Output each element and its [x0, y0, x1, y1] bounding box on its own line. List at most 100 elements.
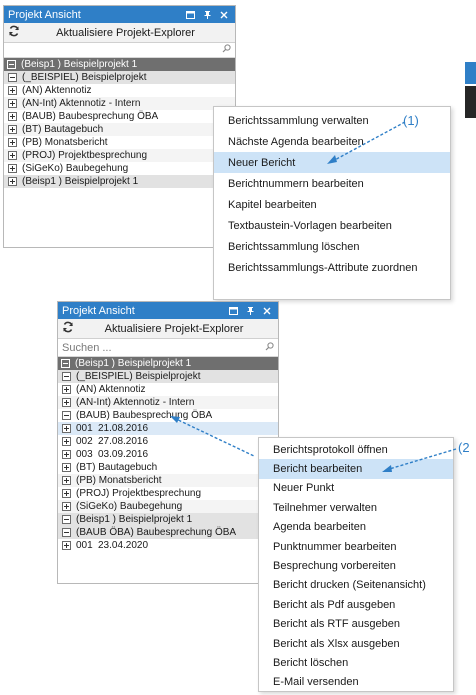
tree-node-row[interactable]: (Beisp1 ) Beispielprojekt 1 — [4, 175, 235, 188]
tree-node-row[interactable]: (PB) Monatsbericht — [4, 136, 235, 149]
expand-icon[interactable] — [8, 99, 17, 108]
expand-icon[interactable] — [8, 112, 17, 121]
close-icon[interactable] — [260, 304, 274, 318]
project-row[interactable]: (Beisp1 ) Beispielprojekt 1 — [58, 357, 278, 370]
menu-item[interactable]: Berichtnummern bearbeiten — [214, 173, 450, 194]
panel-title: Projekt Ansicht — [8, 8, 81, 21]
tree-node-row[interactable]: (PB) Monatsbericht — [58, 474, 278, 487]
menu-item[interactable]: Berichtssammlung löschen — [214, 236, 450, 257]
refresh-label: Aktualisiere Projekt-Explorer — [56, 26, 195, 39]
expand-icon[interactable] — [62, 424, 71, 433]
menu-item[interactable]: Bericht löschen — [259, 653, 453, 672]
menu-item[interactable]: Berichtssammlungs-Attribute zuordnen — [214, 257, 450, 278]
tree-node-row[interactable]: (PROJ) Projektbesprechung — [58, 487, 278, 500]
menu-item[interactable]: Textbaustein-Vorlagen bearbeiten — [214, 215, 450, 236]
tree-node-row[interactable]: (AN-Int) Aktennotiz - Intern — [58, 396, 278, 409]
tree-node-row[interactable]: (_BEISPIEL) Beispielprojekt — [58, 370, 278, 383]
collapse-icon[interactable] — [62, 528, 71, 537]
expand-icon[interactable] — [8, 151, 17, 160]
dock-icon[interactable] — [226, 304, 240, 318]
collapse-icon[interactable] — [62, 372, 71, 381]
tree-node-row[interactable]: (SiGeKo) Baubegehung — [4, 162, 235, 175]
collapse-icon[interactable] — [62, 515, 71, 524]
menu-item[interactable]: Bericht als Pdf ausgeben — [259, 595, 453, 614]
tree-node-row[interactable]: (_BEISPIEL) Beispielprojekt — [4, 71, 235, 84]
expand-icon[interactable] — [62, 450, 71, 459]
tree-node-row[interactable]: (AN-Int) Aktennotiz - Intern — [4, 97, 235, 110]
tree-node-row[interactable]: (SiGeKo) Baubegehung — [58, 500, 278, 513]
expand-icon[interactable] — [62, 437, 71, 446]
menu-item[interactable]: Bericht als Xlsx ausgeben — [259, 634, 453, 653]
search-bar[interactable] — [4, 43, 235, 58]
refresh-label: Aktualisiere Projekt-Explorer — [104, 322, 244, 335]
pin-icon[interactable] — [200, 8, 214, 22]
collapse-icon[interactable] — [61, 359, 70, 368]
tree-node-row[interactable]: (AN) Aktennotiz — [58, 383, 278, 396]
tree-node-row[interactable]: (PROJ) Projektbesprechung — [4, 149, 235, 162]
expand-icon[interactable] — [8, 125, 17, 134]
tree-node-row[interactable]: (BT) Bautagebuch — [58, 461, 278, 474]
search-icon[interactable] — [265, 341, 274, 354]
expand-icon[interactable] — [8, 138, 17, 147]
menu-item[interactable]: Teilnehmer verwalten — [259, 498, 453, 517]
menu-item[interactable]: Bericht als RTF ausgeben — [259, 615, 453, 634]
tree-node-label: (SiGeKo) Baubegehung — [76, 501, 183, 512]
refresh-bar[interactable]: Aktualisiere Projekt-Explorer — [58, 319, 278, 339]
search-bar[interactable]: Suchen ... — [58, 339, 278, 357]
expand-icon[interactable] — [62, 463, 71, 472]
collapse-icon[interactable] — [8, 73, 17, 82]
report-number: 001 — [76, 423, 93, 434]
collapse-icon[interactable] — [62, 411, 71, 420]
project-row[interactable]: (Beisp1 ) Beispielprojekt 1 — [4, 58, 235, 71]
dock-icon[interactable] — [183, 8, 197, 22]
tree-node-label: 23.04.2020 — [98, 540, 149, 551]
tree-node-label: (BT) Bautagebuch — [22, 124, 104, 135]
menu-item[interactable]: Kapitel bearbeiten — [214, 194, 450, 215]
tree-node-row[interactable]: (BAUB ÖBA) Baubesprechung ÖBA — [58, 526, 278, 539]
close-icon[interactable] — [217, 8, 231, 22]
tree-node-label: (Beisp1 ) Beispielprojekt 1 — [75, 358, 192, 369]
refresh-icon[interactable] — [62, 321, 74, 336]
panel-titlebar: Projekt Ansicht — [4, 6, 235, 23]
report-row[interactable]: 001 23.04.2020 — [58, 539, 278, 552]
expand-icon[interactable] — [62, 385, 71, 394]
refresh-icon[interactable] — [8, 25, 20, 40]
menu-item[interactable]: Besprechung vorbereiten — [259, 556, 453, 575]
expand-icon[interactable] — [62, 398, 71, 407]
expand-icon[interactable] — [8, 164, 17, 173]
tree-node-row[interactable]: (AN) Aktennotiz — [4, 84, 235, 97]
tree-node-row[interactable]: (BAUB) Baubesprechung ÖBA — [4, 110, 235, 123]
expand-icon[interactable] — [8, 177, 17, 186]
menu-item[interactable]: E-Mail versenden — [259, 673, 453, 692]
menu-item[interactable]: Bericht drucken (Seitenansicht) — [259, 576, 453, 595]
expand-icon[interactable] — [62, 541, 71, 550]
expand-icon[interactable] — [62, 476, 71, 485]
tree-node-label: (PROJ) Projektbesprechung — [22, 150, 148, 161]
report-number: 001 — [76, 540, 93, 551]
tree-node-label: (BAUB ÖBA) Baubesprechung ÖBA — [76, 527, 237, 538]
menu-item[interactable]: Neuer Punkt — [259, 479, 453, 498]
tree-node-label: (Beisp1 ) Beispielprojekt 1 — [22, 176, 139, 187]
search-icon[interactable] — [222, 44, 231, 56]
menu-item[interactable]: Punktnummer bearbeiten — [259, 537, 453, 556]
tree-node-label: (SiGeKo) Baubegehung — [22, 163, 129, 174]
callout-label-2: (2 — [458, 440, 470, 455]
tree-node-label: (Beisp1 ) Beispielprojekt 1 — [76, 514, 193, 525]
collapse-icon[interactable] — [7, 60, 16, 69]
expand-icon[interactable] — [8, 86, 17, 95]
expand-icon[interactable] — [62, 489, 71, 498]
expand-icon[interactable] — [62, 502, 71, 511]
tree-node-label: (BT) Bautagebuch — [76, 462, 158, 473]
pin-icon[interactable] — [243, 304, 257, 318]
menu-item[interactable]: Agenda bearbeiten — [259, 518, 453, 537]
search-input[interactable]: Suchen ... — [62, 342, 265, 354]
tree-node-label: (_BEISPIEL) Beispielprojekt — [22, 72, 147, 83]
tree-node-label: (PB) Monatsbericht — [22, 137, 108, 148]
project-tree: (Beisp1 ) Beispielprojekt 1 (_BEISPIEL) B… — [4, 58, 235, 188]
tree-node-row[interactable]: (Beisp1 ) Beispielprojekt 1 — [58, 513, 278, 526]
refresh-bar[interactable]: Aktualisiere Projekt-Explorer — [4, 23, 235, 43]
tree-node-label: (BAUB) Baubesprechung ÖBA — [22, 111, 159, 122]
accent-block-dark — [465, 86, 476, 118]
callout-arrow-1 — [327, 121, 406, 164]
tree-node-row[interactable]: (BT) Bautagebuch — [4, 123, 235, 136]
